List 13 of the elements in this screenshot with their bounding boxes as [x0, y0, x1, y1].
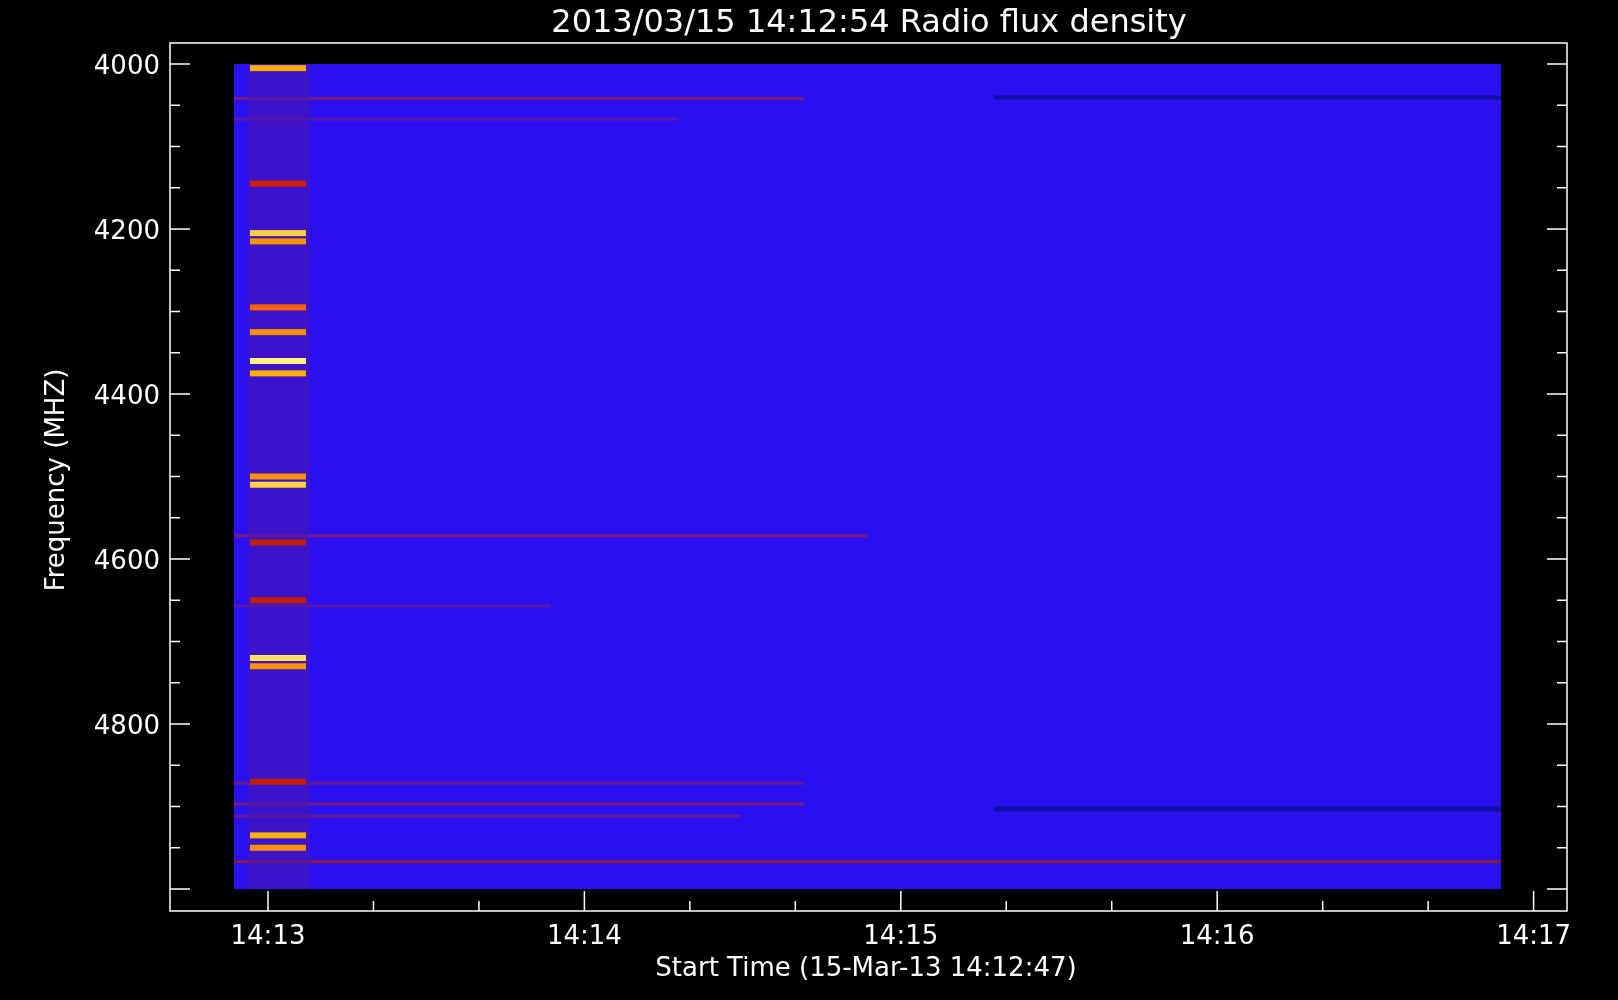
axis-label: Frequency (MHZ) [40, 368, 70, 592]
axis-label: Start Time (15-Mar-13 14:12:47) [655, 952, 1077, 982]
tick-label: 4200 [93, 215, 160, 245]
tick-label: 4400 [93, 380, 160, 410]
tick-label: 4600 [93, 545, 160, 575]
tick-label: 4800 [93, 710, 160, 740]
tick-label: 4000 [93, 50, 160, 80]
chart-title: 2013/03/15 14:12:54 Radio flux density [551, 2, 1187, 40]
tick-label: 14:13 [230, 920, 306, 950]
tick-label: 14:15 [863, 920, 939, 950]
tick-label: 14:16 [1179, 920, 1255, 950]
tick-label: 14:17 [1496, 920, 1572, 950]
tick-label: 14:14 [546, 920, 622, 950]
